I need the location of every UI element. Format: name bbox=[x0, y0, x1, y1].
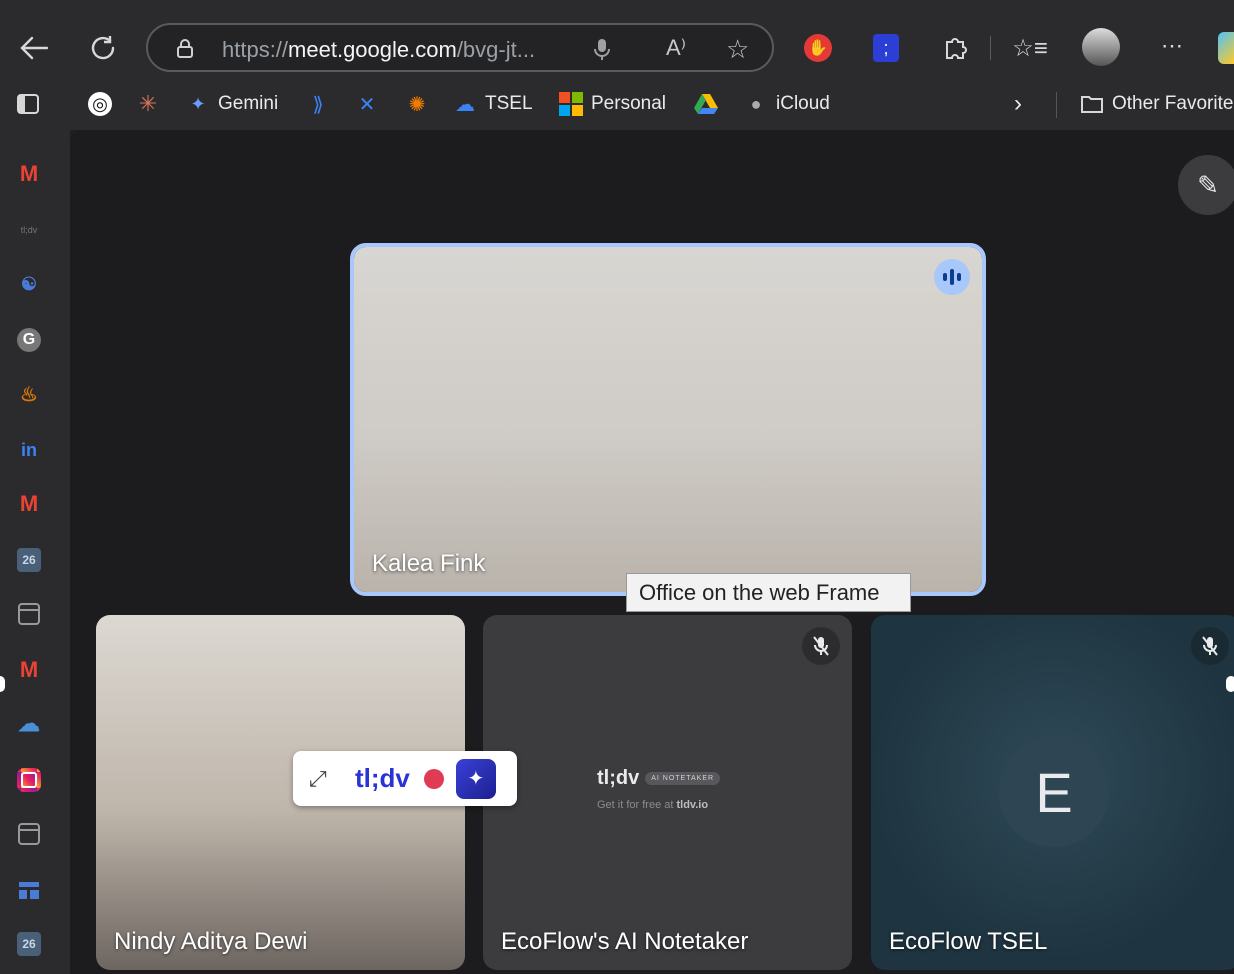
url-text[interactable]: https://meet.google.com/bvg-jt... bbox=[222, 37, 535, 63]
mic-muted-icon bbox=[802, 627, 840, 665]
tooltip: Office on the web Frame bbox=[626, 573, 911, 612]
mic-muted-icon bbox=[1191, 627, 1229, 665]
instagram-icon[interactable] bbox=[15, 766, 43, 794]
read-aloud-icon[interactable]: A⁾ bbox=[666, 35, 686, 61]
reload-icon[interactable] bbox=[86, 31, 120, 65]
bookmarks-bar: ◎ ✳ ✦ Gemini ⟫ ✕ ✺ ☁ TSEL Personal ● iCloud… bbox=[0, 80, 1234, 130]
bookmark-personal[interactable]: Personal bbox=[559, 90, 666, 118]
bookmark-google-drive[interactable] bbox=[694, 90, 718, 118]
chatgpt-icon: ◎ bbox=[88, 92, 112, 116]
bookmark-tsel[interactable]: ☁ TSEL bbox=[453, 90, 533, 118]
whale-icon[interactable]: ☯ bbox=[15, 270, 43, 298]
participant-name: EcoFlow's AI Notetaker bbox=[501, 928, 749, 955]
gmail-icon[interactable]: M bbox=[15, 160, 43, 188]
avatar: E bbox=[999, 737, 1109, 847]
tldv-brand: tl;dv bbox=[355, 763, 410, 793]
participant-tile[interactable]: tl;dv AI NOTETAKER Get it for free at tl… bbox=[483, 615, 852, 970]
speaker-video bbox=[354, 247, 982, 592]
lock-icon[interactable] bbox=[174, 37, 196, 59]
linkedin-icon[interactable]: in bbox=[15, 436, 43, 464]
jira-icon: ⟫ bbox=[312, 93, 324, 116]
microsoft-icon bbox=[559, 92, 583, 116]
bookmark-gemini[interactable]: ✦ Gemini bbox=[186, 90, 278, 118]
calendar-icon-2[interactable]: 26 bbox=[15, 930, 43, 958]
grafana-icon: ✺ bbox=[408, 93, 426, 116]
layout-app-icon[interactable] bbox=[15, 876, 43, 904]
google-icon[interactable]: G bbox=[15, 326, 43, 354]
notetaker-logo: tl;dv AI NOTETAKER bbox=[597, 767, 721, 790]
app-window-icon[interactable] bbox=[15, 600, 43, 628]
resize-handle[interactable] bbox=[1226, 676, 1234, 692]
speaking-indicator-icon bbox=[934, 259, 970, 295]
bookmark-icloud[interactable]: ● iCloud bbox=[744, 90, 830, 118]
toolbar-divider bbox=[990, 36, 991, 60]
participant-tile[interactable]: E EcoFlow TSEL bbox=[871, 615, 1234, 970]
expand-icon[interactable]: ⤢ bbox=[309, 766, 333, 792]
microphone-icon[interactable] bbox=[592, 37, 612, 61]
recording-dot-icon bbox=[423, 768, 444, 789]
favorites-list-icon[interactable]: ☆≡ bbox=[1012, 32, 1048, 64]
bookmarks-divider bbox=[1056, 92, 1057, 118]
sidebar-toggle-icon[interactable] bbox=[14, 90, 42, 118]
notetaker-subtitle: Get it for free at tldv.io bbox=[597, 799, 709, 811]
tldv-recording-widget[interactable]: ⤢ tl;dv ✦ bbox=[293, 751, 517, 806]
bookmark-claude[interactable]: ✳ bbox=[136, 90, 160, 118]
bookmark-grafana[interactable]: ✺ bbox=[405, 90, 429, 118]
bookmarks-overflow-chevron-icon[interactable]: › bbox=[1014, 90, 1022, 118]
extensions-puzzle-icon[interactable] bbox=[940, 32, 970, 62]
semicolon-extension-icon[interactable]: ; bbox=[873, 34, 899, 62]
adblock-extension-icon[interactable]: ✋ bbox=[804, 34, 832, 62]
copilot-icon[interactable] bbox=[1218, 32, 1234, 64]
edit-pencil-icon[interactable]: ✎ bbox=[1178, 155, 1234, 215]
flame-app-icon[interactable]: ♨ bbox=[15, 380, 43, 408]
address-bar[interactable]: https://meet.google.com/bvg-jt... A⁾ ☆ bbox=[146, 23, 774, 72]
profile-avatar[interactable] bbox=[1082, 28, 1120, 66]
gmail-icon-2[interactable]: M bbox=[15, 490, 43, 518]
bookmark-confluence[interactable]: ✕ bbox=[355, 90, 379, 118]
participant-name: Nindy Aditya Dewi bbox=[114, 928, 308, 955]
gmail-icon-3[interactable]: M bbox=[15, 656, 43, 684]
pin-magic-icon[interactable]: ✦ bbox=[455, 758, 496, 799]
gemini-icon: ✦ bbox=[190, 93, 206, 114]
tldv-sidebar-icon[interactable]: tl;dv bbox=[15, 216, 43, 244]
apple-icon: ● bbox=[750, 93, 762, 114]
back-icon[interactable] bbox=[18, 32, 50, 64]
confluence-icon: ✕ bbox=[358, 93, 376, 116]
app-window-icon-2[interactable] bbox=[15, 820, 43, 848]
favorite-star-icon[interactable]: ☆ bbox=[726, 34, 749, 65]
folder-icon bbox=[1080, 92, 1104, 116]
bookmark-jira[interactable]: ⟫ bbox=[306, 90, 330, 118]
resize-handle[interactable] bbox=[0, 676, 5, 692]
participant-name: EcoFlow TSEL bbox=[889, 928, 1048, 955]
edge-sidebar: M tl;dv ☯ G ♨ in M 26 M ☁ 26 bbox=[0, 130, 70, 974]
claude-icon: ✳ bbox=[138, 91, 158, 116]
onedrive-icon[interactable]: ☁ bbox=[15, 710, 43, 738]
more-options-icon[interactable]: ⋯ bbox=[1156, 30, 1188, 62]
bookmark-chatgpt[interactable]: ◎ bbox=[88, 90, 112, 118]
bookmark-other-favorites[interactable]: Other Favorite bbox=[1080, 90, 1233, 118]
cloud-icon: ☁ bbox=[455, 93, 475, 116]
google-drive-icon bbox=[694, 92, 718, 116]
main-speaker-tile[interactable]: Kalea Fink bbox=[350, 243, 986, 596]
browser-toolbar: https://meet.google.com/bvg-jt... A⁾ ☆ ✋… bbox=[0, 0, 1234, 80]
calendar-icon[interactable]: 26 bbox=[15, 546, 43, 574]
participant-name: Kalea Fink bbox=[372, 550, 486, 577]
